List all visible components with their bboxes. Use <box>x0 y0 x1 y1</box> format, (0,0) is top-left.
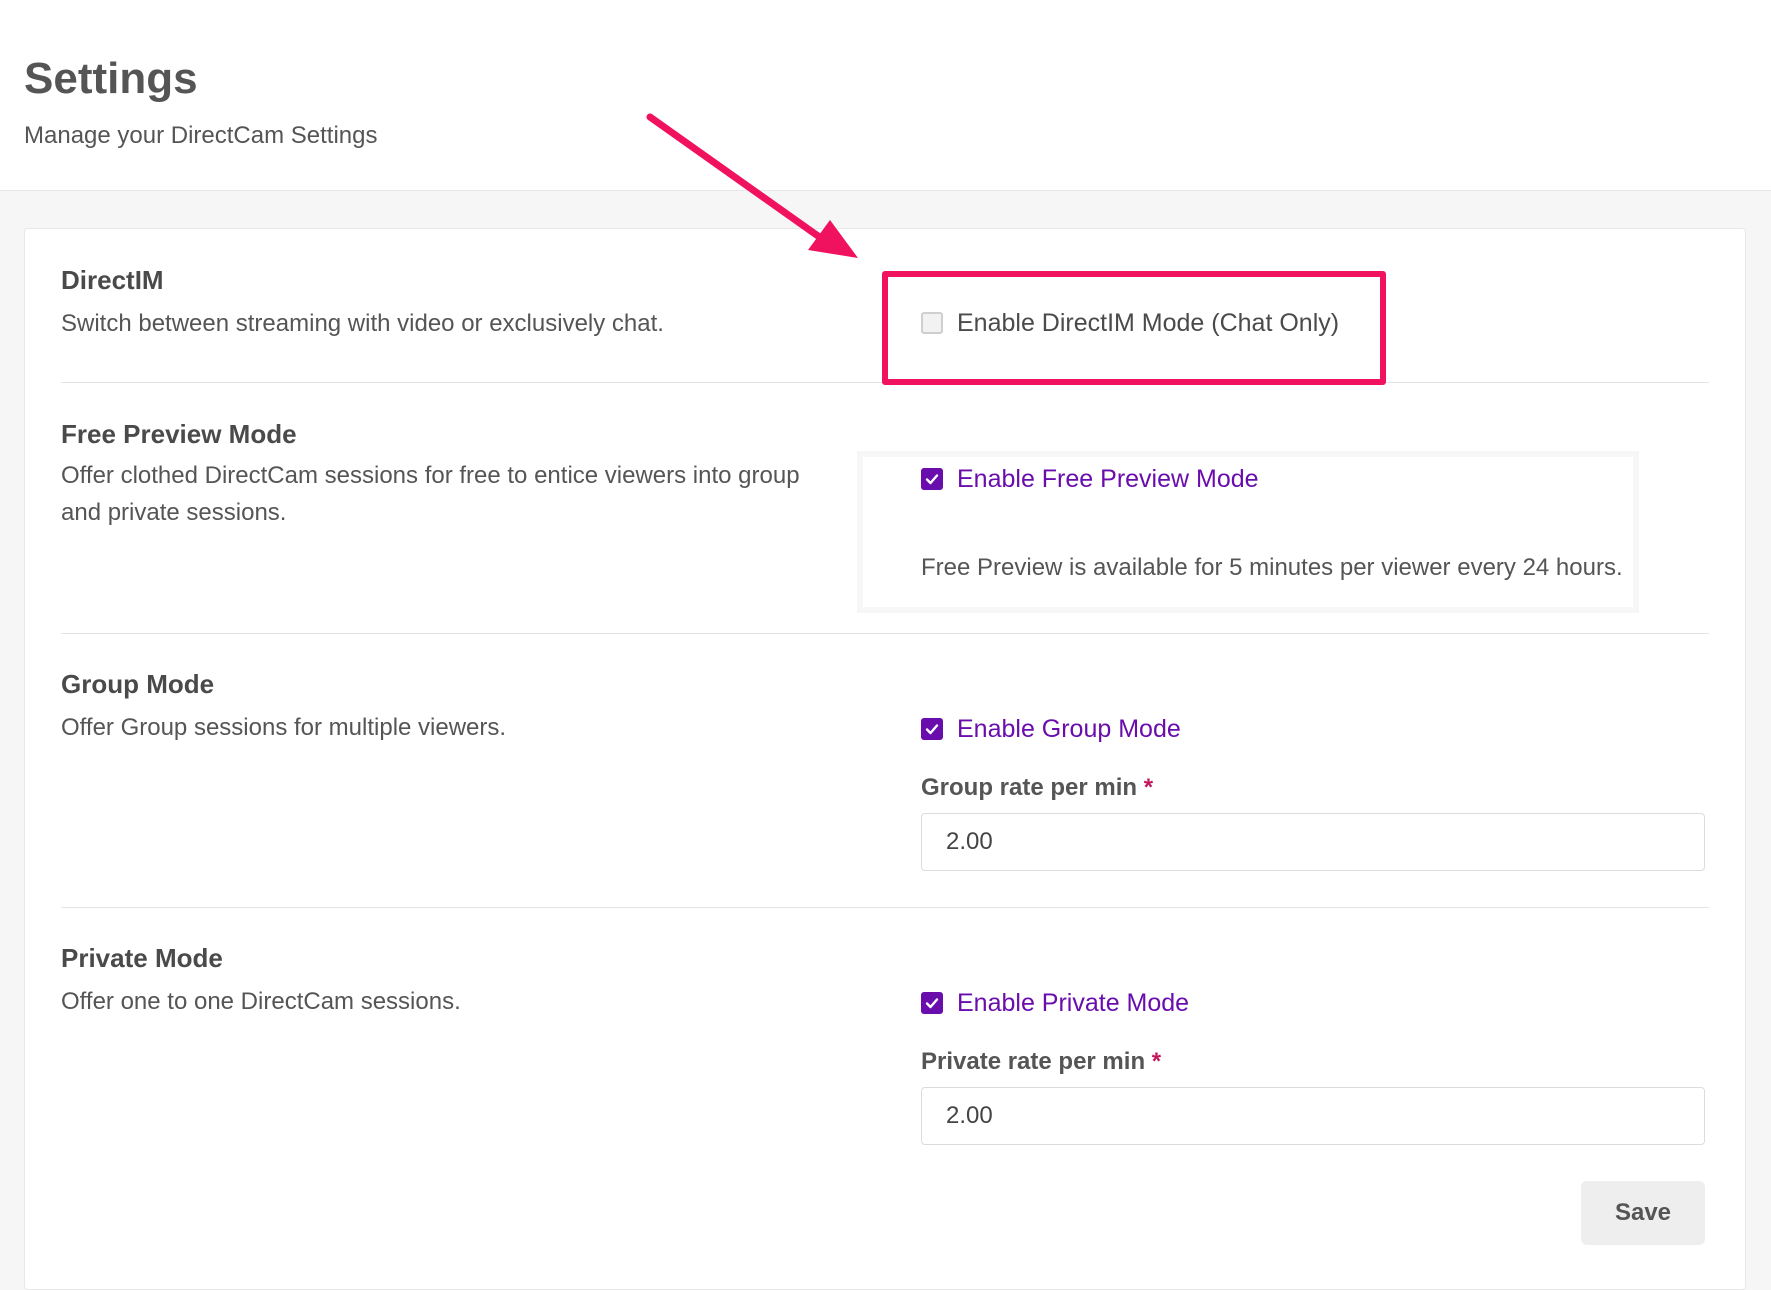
arrow-icon <box>646 113 858 258</box>
